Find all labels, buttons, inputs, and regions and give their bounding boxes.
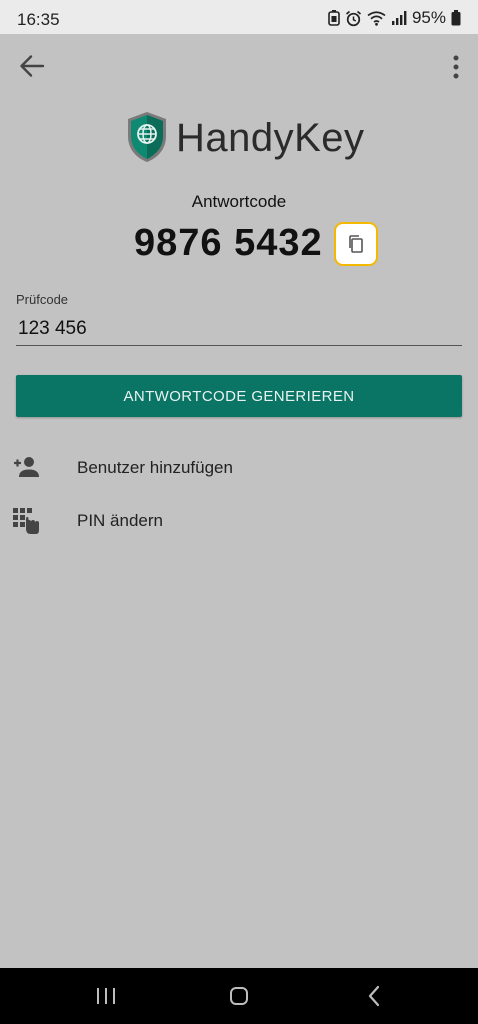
battery-percent: 95% bbox=[411, 8, 446, 27]
recents-icon bbox=[97, 988, 115, 1004]
generate-answer-code-button[interactable]: ANTWORTCODE GENERIEREN bbox=[16, 375, 462, 417]
status-bar: 16:35 95% bbox=[0, 0, 478, 34]
battery-saver-icon bbox=[328, 10, 340, 26]
copy-icon bbox=[349, 235, 363, 253]
brand-header: HandyKey bbox=[0, 110, 478, 166]
list-item-change-pin[interactable]: PIN ändern bbox=[0, 497, 478, 545]
list-item-label: Benutzer hinzufügen bbox=[77, 458, 233, 477]
shield-globe-icon bbox=[128, 112, 166, 162]
more-vert-icon bbox=[453, 55, 459, 79]
home-icon bbox=[230, 987, 248, 1005]
answer-code-value: 9876 5432 bbox=[134, 222, 323, 264]
status-time: 16:35 bbox=[17, 10, 60, 29]
wifi-icon bbox=[367, 11, 386, 26]
brand-name: HandyKey bbox=[176, 116, 365, 160]
navigation-bar bbox=[0, 968, 478, 1024]
pin-keypad-icon bbox=[13, 508, 39, 534]
copy-button[interactable] bbox=[334, 222, 378, 266]
list-item-label: PIN ändern bbox=[77, 511, 163, 530]
alarm-icon bbox=[345, 10, 362, 26]
person-add-icon bbox=[14, 457, 39, 477]
check-code-label: Prüfcode bbox=[16, 292, 69, 307]
answer-code-label: Antwortcode bbox=[191, 192, 287, 211]
status-icons: 95% bbox=[328, 8, 461, 28]
recents-button[interactable] bbox=[86, 980, 126, 1012]
signal-icon bbox=[391, 11, 407, 25]
check-code-input[interactable] bbox=[16, 312, 462, 346]
list-item-add-user[interactable]: Benutzer hinzufügen bbox=[0, 444, 478, 492]
back-button[interactable] bbox=[14, 48, 50, 84]
home-button[interactable] bbox=[219, 980, 259, 1012]
battery-icon bbox=[451, 10, 461, 26]
system-back-button[interactable] bbox=[354, 980, 394, 1012]
arrow-left-icon bbox=[20, 55, 45, 77]
toolbar bbox=[0, 34, 478, 98]
overflow-menu-button[interactable] bbox=[442, 50, 470, 84]
back-nav-icon bbox=[368, 985, 380, 1007]
